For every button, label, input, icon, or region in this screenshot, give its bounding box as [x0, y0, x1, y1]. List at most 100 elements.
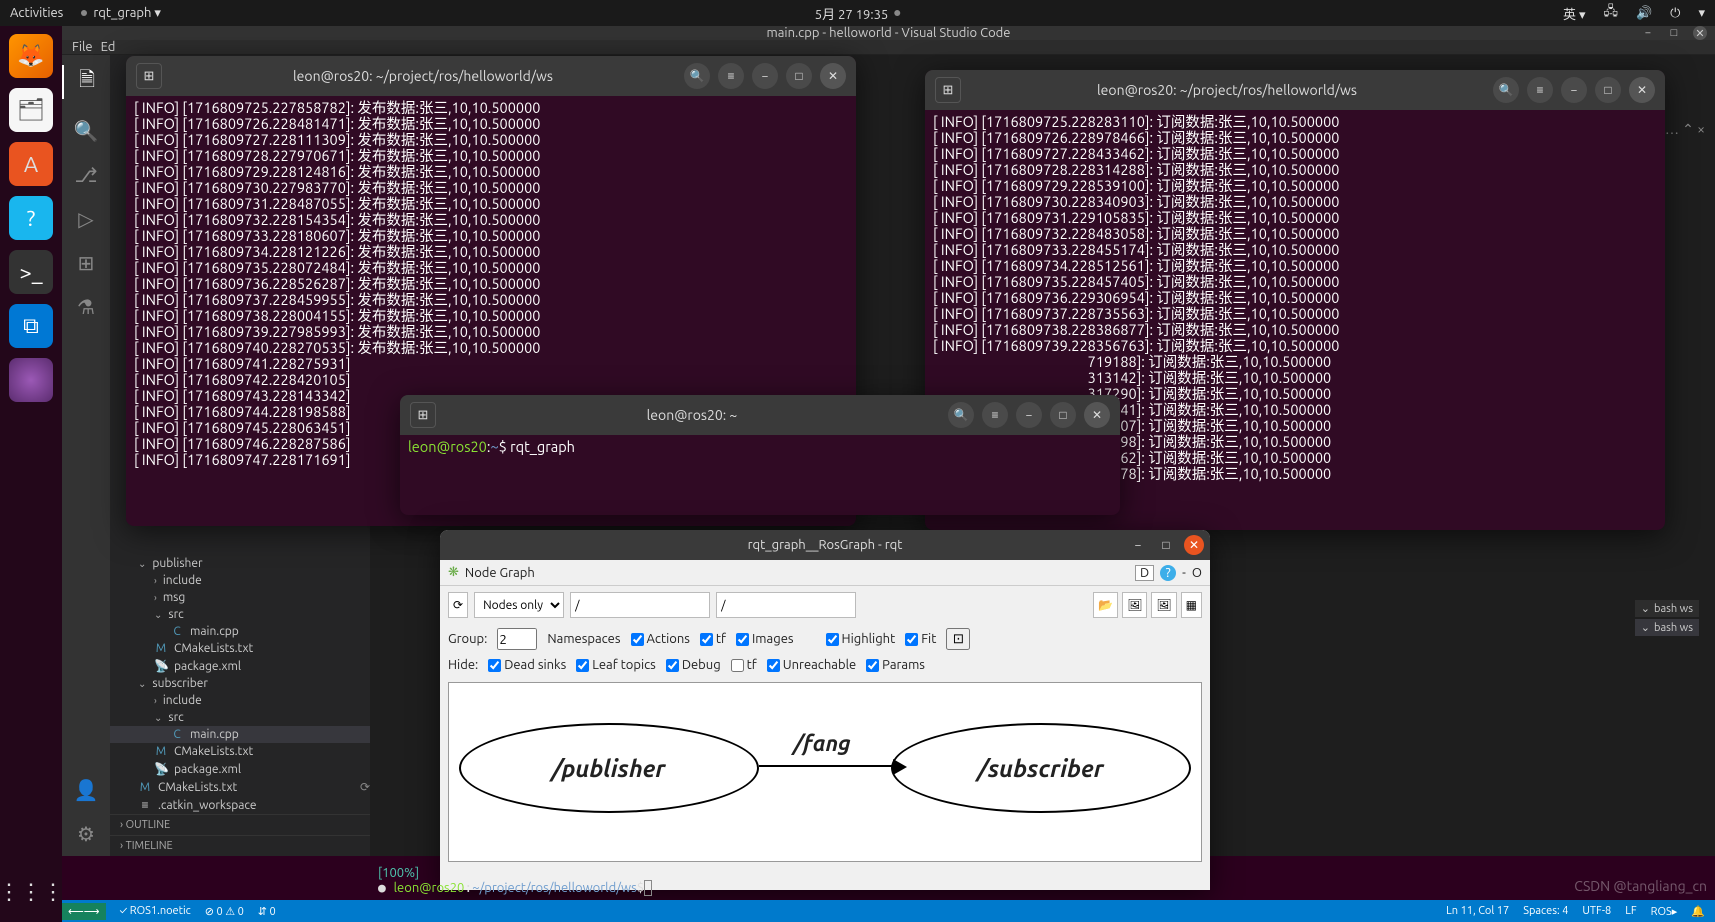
save-image-icon[interactable]: 🖼 [1122, 592, 1147, 618]
dock-app[interactable] [9, 358, 53, 402]
menu-edit[interactable]: Ed [101, 40, 116, 54]
rqt-dash-button[interactable]: - [1182, 566, 1186, 580]
remote-indicator[interactable]: ⟵⟶ [62, 903, 106, 920]
testing-icon[interactable]: ⚗ [77, 295, 95, 319]
dock-files[interactable]: 🗂 [9, 88, 53, 132]
hamburger-icon[interactable]: ≡ [982, 402, 1008, 428]
filter-input-2[interactable] [716, 592, 856, 618]
graph-node-subscriber[interactable]: /subscriber [891, 723, 1191, 813]
outline-section[interactable]: › OUTLINE [110, 814, 370, 835]
graph-node-publisher[interactable]: /publisher [459, 723, 759, 813]
system-menu-chevron[interactable]: ▾ [1698, 6, 1705, 21]
open-icon[interactable]: 📂 [1093, 592, 1118, 618]
terminal-output[interactable]: leon@ros20:~$ rqt_graph [400, 435, 1120, 459]
new-tab-button[interactable]: ⊞ [136, 63, 162, 89]
tree-folder[interactable]: ⌄subscriber [110, 675, 370, 692]
search-icon[interactable]: 🔍 [948, 402, 974, 428]
view-mode-select[interactable]: Nodes only [474, 592, 564, 618]
minimize-button[interactable]: − [1128, 535, 1148, 555]
hamburger-icon[interactable]: ≡ [1527, 77, 1553, 103]
close-button[interactable]: ✕ [820, 63, 846, 89]
minimize-button[interactable]: − [752, 63, 778, 89]
tree-file[interactable]: MCMakeLists.txt [110, 743, 370, 760]
account-icon[interactable]: 👤 [74, 778, 99, 802]
terminal-tab[interactable]: ⌄ bash ws [1635, 619, 1699, 636]
tree-folder[interactable]: ⌄src [110, 606, 370, 623]
fit-button[interactable]: ⊡ [946, 628, 970, 650]
power-icon[interactable]: ⏻ [1670, 6, 1680, 21]
minimize-button[interactable]: − [1561, 77, 1587, 103]
vscode-terminal-prompt[interactable]: [100%] ● leon@ros20:~/project/ros/hellow… [378, 866, 652, 896]
params-checkbox[interactable]: Params [866, 658, 925, 672]
clock[interactable]: 5月 27 19:35 [815, 4, 888, 23]
tree-folder[interactable]: ›include [110, 572, 370, 589]
tree-file[interactable]: Cmain.cpp [110, 623, 370, 640]
dock-help[interactable]: ? [9, 196, 53, 240]
debug-checkbox[interactable]: Debug [666, 658, 721, 672]
group-spinner[interactable] [497, 628, 537, 650]
hamburger-icon[interactable]: ≡ [718, 63, 744, 89]
extensions-icon[interactable]: ⊞ [78, 251, 95, 275]
tf-hide-checkbox[interactable]: tf [731, 658, 757, 672]
deadsinks-checkbox[interactable]: Dead sinks [488, 658, 566, 672]
new-tab-button[interactable]: ⊞ [410, 402, 436, 428]
ros-status[interactable]: ✓ ROS1.noetic [120, 905, 191, 917]
menu-file[interactable]: File [72, 40, 93, 54]
new-tab-button[interactable]: ⊞ [935, 77, 961, 103]
tree-folder[interactable]: ⌄src [110, 709, 370, 726]
scm-icon[interactable]: ⎇ [74, 163, 97, 187]
dock-firefox[interactable]: 🦊 [9, 34, 53, 78]
actions-checkbox[interactable]: Actions [631, 632, 690, 646]
maximize-button[interactable]: □ [1050, 402, 1076, 428]
close-button[interactable]: ✕ [1184, 535, 1204, 555]
maximize-button[interactable]: □ [1156, 535, 1176, 555]
view-icon[interactable]: ▦ [1181, 592, 1202, 618]
save-dot-icon[interactable]: 🖼 [1151, 592, 1176, 618]
search-icon[interactable]: 🔍 [1493, 77, 1519, 103]
tree-file[interactable]: 📡package.xml [110, 760, 370, 778]
notifications-icon[interactable]: 🔔 [1691, 905, 1705, 918]
minimize-button[interactable]: − [1641, 26, 1655, 40]
leaftopics-checkbox[interactable]: Leaf topics [576, 658, 656, 672]
problems-status[interactable]: ⊘ 0 ⚠ 0 [205, 905, 244, 918]
cursor-position[interactable]: Ln 11, Col 17 [1446, 905, 1509, 918]
terminal-tab[interactable]: ⌄ bash ws [1635, 600, 1699, 617]
volume-icon[interactable]: 🔊 [1636, 6, 1652, 21]
eol-status[interactable]: LF [1625, 905, 1636, 918]
help-icon[interactable]: ? [1160, 565, 1176, 581]
indent-status[interactable]: Spaces: 4 [1523, 905, 1568, 918]
minimize-button[interactable]: − [1016, 402, 1042, 428]
explorer-icon[interactable]: 🗎 [62, 65, 110, 99]
dock-software[interactable]: A [9, 142, 53, 186]
maximize-button[interactable]: □ [1595, 77, 1621, 103]
ports-status[interactable]: ⇵ 0 [258, 905, 276, 918]
tree-file[interactable]: MCMakeLists.txt⟳ [110, 778, 370, 796]
highlight-checkbox[interactable]: Highlight [826, 632, 896, 646]
dock-terminal[interactable]: >_ [9, 250, 53, 294]
rqt-graph-canvas[interactable]: /publisher /subscriber /fang [448, 682, 1202, 862]
rqt-o-button[interactable]: O [1192, 566, 1202, 580]
maximize-button[interactable]: □ [786, 63, 812, 89]
images-checkbox[interactable]: Images [736, 632, 794, 646]
tree-file[interactable]: 📡package.xml [110, 657, 370, 675]
filter-input-1[interactable] [570, 592, 710, 618]
dock-vscode[interactable]: ⧉ [9, 304, 53, 348]
debug-icon[interactable]: ▷ [78, 207, 93, 231]
close-button[interactable]: ✕ [1693, 26, 1707, 40]
network-icon[interactable]: 🖧 [1603, 2, 1618, 24]
search-icon[interactable]: 🔍 [74, 119, 99, 143]
fit-checkbox[interactable]: Fit [905, 632, 936, 646]
maximize-button[interactable]: □ [1667, 26, 1681, 40]
refresh-button[interactable]: ⟳ [448, 592, 468, 618]
tree-file[interactable]: Cmain.cpp [110, 726, 370, 743]
tree-folder[interactable]: ›include [110, 692, 370, 709]
timeline-section[interactable]: › TIMELINE [110, 835, 370, 856]
tree-folder[interactable]: ⌄publisher [110, 555, 370, 572]
tree-file[interactable]: ≡.catkin_workspace [110, 796, 370, 814]
rqt-d-button[interactable]: D [1135, 565, 1154, 581]
tree-folder[interactable]: ›msg [110, 589, 370, 606]
dock-show-apps[interactable]: ⋮⋮⋮ [9, 870, 53, 914]
activities-button[interactable]: Activities [10, 6, 63, 20]
encoding-status[interactable]: UTF-8 [1582, 905, 1611, 918]
close-button[interactable]: ✕ [1084, 402, 1110, 428]
